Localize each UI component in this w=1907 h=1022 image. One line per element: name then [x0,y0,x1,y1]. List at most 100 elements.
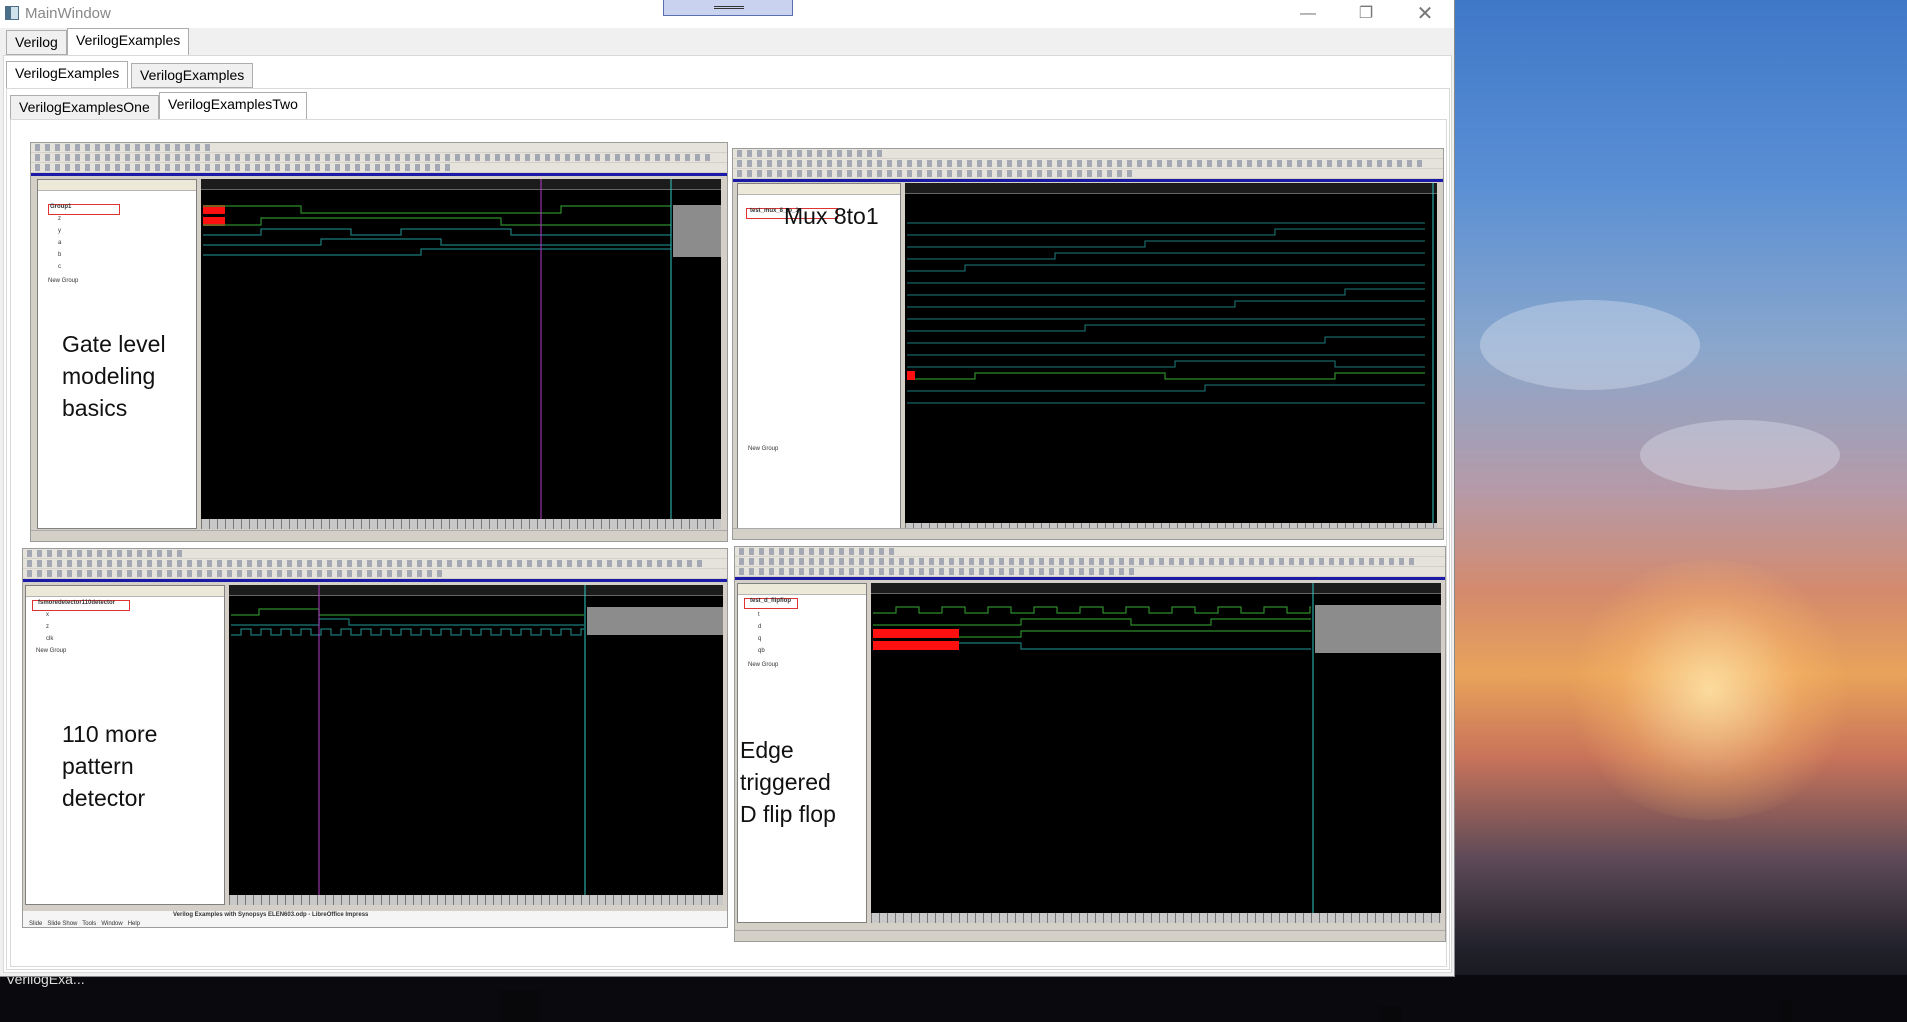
building-silhouette [1780,1000,1792,1022]
signal-row[interactable]: t [758,612,862,621]
signal-row[interactable]: c [58,264,192,273]
group-name: Group1 [50,204,72,210]
menu-bar [23,549,727,558]
menu-window[interactable]: Window [101,921,122,927]
tab-verilogexamples[interactable]: VerilogExamples [67,28,190,55]
impress-footer: Verilog Examples with Synopsys ELEN603.o… [23,911,727,927]
signal-name: q [758,636,762,642]
divider [23,579,727,582]
ground-silhouette [0,975,1907,1022]
signal-row[interactable]: b [58,252,192,261]
maximize-button[interactable]: ❐ [1337,0,1395,28]
toolbar [735,557,1445,566]
menu-slide-show[interactable]: Slide Show [47,921,77,927]
waveform-view[interactable] [229,585,723,905]
window-title: MainWindow [25,5,111,22]
divider [735,577,1445,580]
waveform-traces [231,585,723,895]
menu-help[interactable]: Help [128,921,140,927]
group-row[interactable]: fsmoredetector110detector [38,600,220,609]
waveform-traces [907,183,1434,523]
panel-label-dff: Edge triggered D flip flop [740,737,836,827]
new-group-row[interactable]: New Group [748,662,862,671]
signal-row[interactable]: y [58,228,192,237]
signal-list-header [738,184,900,195]
toolbar [733,159,1443,168]
impress-menu: Slide Slide Show Tools Window Help [29,921,140,927]
signal-name: a [58,240,62,246]
panel-label-gate-level: Gate level modeling basics [62,331,166,421]
signal-row[interactable]: qb [758,648,862,657]
new-group-row[interactable]: New Group [748,446,896,455]
toolbar [733,169,1443,178]
signal-row[interactable]: d [758,624,862,633]
signal-name: x [46,612,49,618]
waveform-view[interactable] [201,179,721,529]
signal-name: z [58,216,61,222]
horizontal-scrollbar[interactable] [201,519,721,529]
signal-name: c [58,264,61,270]
signal-name: z [46,624,49,630]
tab-verilogexamples-inner[interactable]: VerilogExamples [6,61,129,88]
cloud [1640,420,1840,490]
menu-tools[interactable]: Tools [82,921,96,927]
waveform-window-dff: test_d_flipflop t d q qb New Group [734,546,1446,942]
signal-name: t [758,612,760,618]
signal-name: y [58,228,61,234]
divider [31,173,727,176]
waveform-traces [873,583,1441,913]
tab-verilogexamplestwo[interactable]: VerilogExamplesTwo [159,92,307,119]
signal-name: clk [46,636,54,642]
status-bar [735,930,1445,941]
signal-list-header [38,180,196,191]
tab-verilog[interactable]: Verilog [6,30,67,55]
toolbar [31,153,727,162]
close-button[interactable]: ✕ [1396,0,1454,28]
toolbar [23,569,727,578]
signal-row[interactable]: a [58,240,192,249]
waveform-traces [203,179,721,519]
toolbar [23,559,727,568]
signal-row[interactable]: x [46,612,220,621]
signal-row[interactable]: q [758,636,862,645]
group-row[interactable]: test_d_flipflop [750,598,862,607]
divider [733,179,1443,182]
cloud [1480,300,1700,390]
horizontal-scrollbar[interactable] [871,913,1441,923]
signal-row[interactable]: clk [46,636,220,645]
sun-glow [1560,560,1860,820]
main-window: MainWindow — ❐ ✕ Verilog VerilogExamples… [0,0,1455,977]
panel-label-pattern: 110 more pattern detector [62,721,158,811]
horizontal-scrollbar[interactable] [229,895,723,905]
waveform-view[interactable] [871,583,1441,923]
signal-name: b [58,252,62,258]
drag-handle[interactable] [663,0,793,16]
menu-slide[interactable]: Slide [29,921,42,927]
menu-bar [31,143,727,152]
grip-icon [714,6,744,9]
group-row[interactable]: Group1 [50,204,192,213]
group-name: fsmoredetector110detector [38,600,116,606]
signal-row[interactable]: z [46,624,220,633]
minimize-button[interactable]: — [1279,0,1337,28]
group-name: test_d_flipflop [750,598,792,604]
toolbar [31,163,727,172]
waveform-view[interactable] [905,183,1437,533]
app-icon [5,6,19,20]
tab-verilogexamplesone[interactable]: VerilogExamplesOne [10,95,159,120]
status-bar [31,530,727,541]
new-group-row[interactable]: New Group [36,648,220,657]
menu-bar [735,547,1445,556]
title-bar[interactable]: MainWindow — ❐ ✕ [0,0,1454,28]
menu-bar [733,149,1443,158]
signal-row[interactable]: z [58,216,192,225]
panel-label-mux: Mux 8to1 [784,203,879,229]
building-silhouette [1380,1006,1402,1022]
signal-list-header [26,586,224,597]
status-bar [733,528,1443,539]
signal-name: qb [758,648,765,654]
signal-list[interactable]: test_mux_8_to_1 New Group [737,183,901,533]
signal-name: d [758,624,762,630]
new-group-row[interactable]: New Group [48,278,192,287]
tab-verilogexamples-second[interactable]: VerilogExamples [131,63,254,88]
